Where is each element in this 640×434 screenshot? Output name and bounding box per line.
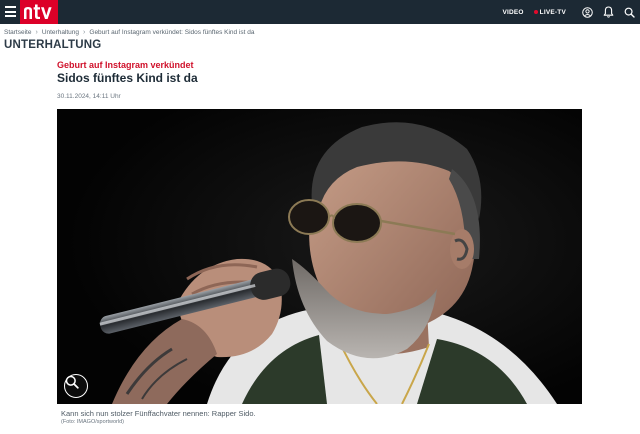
- zoom-in-icon: [65, 375, 79, 389]
- menu-icon[interactable]: [5, 6, 16, 17]
- image-caption: Kann sich nun stolzer Fünffachvater nenn…: [61, 409, 256, 418]
- article-headline: Sidos fünftes Kind ist da: [57, 71, 198, 85]
- article-hero-image[interactable]: [57, 109, 582, 404]
- ntv-logo-mark: [24, 4, 52, 19]
- chevron-right-icon: ›: [35, 29, 38, 36]
- breadcrumb-item-section[interactable]: Unterhaltung: [42, 29, 79, 36]
- breadcrumb-item-home[interactable]: Startseite: [4, 29, 31, 36]
- live-tv-label: LIVE-TV: [539, 8, 566, 16]
- chevron-right-icon: ›: [83, 29, 86, 36]
- breadcrumb-item-current: Geburt auf Instagram verkündet: Sidos fü…: [89, 29, 255, 36]
- top-navigation-bar: VIDEO LIVE-TV: [0, 0, 640, 24]
- bell-icon[interactable]: [602, 6, 614, 18]
- ntv-logo[interactable]: [20, 0, 58, 24]
- live-tv-link[interactable]: LIVE-TV: [533, 8, 566, 16]
- article-date: 30.11.2024, 14:11 Uhr: [57, 93, 121, 100]
- header-actions: VIDEO LIVE-TV: [502, 0, 640, 24]
- zoom-image-button[interactable]: [64, 374, 88, 398]
- image-credit: (Foto: IMAGO/sportworld): [61, 419, 124, 425]
- search-icon[interactable]: [623, 6, 635, 18]
- rapper-photo: [57, 109, 582, 404]
- user-icon[interactable]: [581, 6, 593, 18]
- breadcrumb: Startseite › Unterhaltung › Geburt auf I…: [4, 29, 255, 36]
- article-kicker: Geburt auf Instagram verkündet: [57, 60, 194, 70]
- section-title[interactable]: UNTERHALTUNG: [4, 39, 101, 51]
- video-link[interactable]: VIDEO: [502, 9, 523, 16]
- live-indicator-icon: [533, 10, 538, 14]
